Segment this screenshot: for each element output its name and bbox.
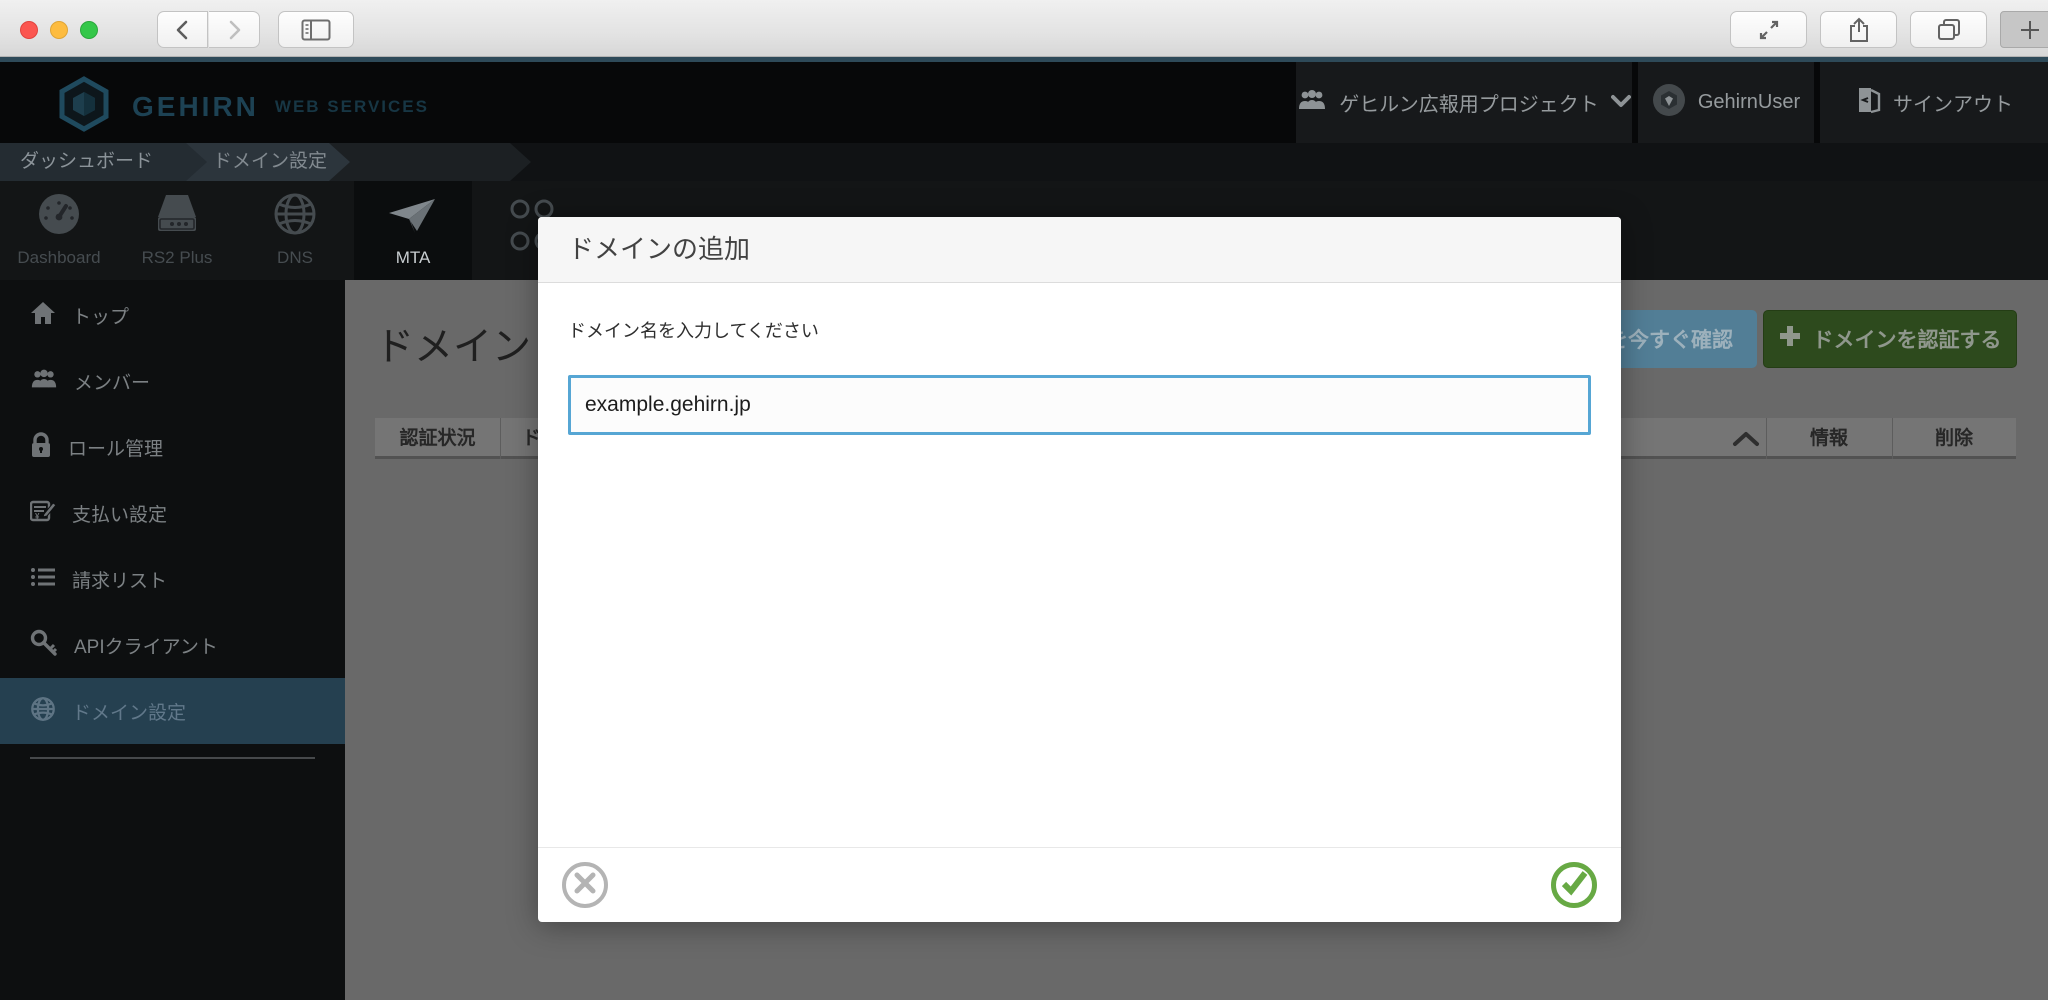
fullscreen-button[interactable] [1730,11,1807,48]
brand-name: GEHIRN [132,91,259,123]
column-header-delete[interactable]: 削除 [1892,418,2016,459]
column-divider [500,418,501,459]
paper-plane-icon [387,195,439,242]
key-icon [30,629,58,662]
globe-icon [272,191,318,242]
fullscreen-icon [1757,18,1781,42]
user-menu[interactable]: GehirnUser [1638,62,1814,143]
project-selector[interactable]: ゲヒルン広報用プロジェクト [1296,62,1632,143]
forward-button[interactable] [209,11,260,48]
verify-domain-button[interactable]: ドメインを認証する [1763,310,2017,368]
zoom-window-button[interactable] [80,21,98,39]
service-tab-dashboard[interactable]: Dashboard [0,181,118,280]
confirm-button[interactable] [1551,862,1597,908]
sidebar-item-roles[interactable]: ロール管理 [0,414,345,480]
breadcrumb: ダッシュボード ドメイン設定 [0,143,2048,181]
sidebar-item-label: トップ [72,302,129,329]
sidebar-item-top[interactable]: トップ [0,282,345,348]
globe-icon [30,696,56,727]
back-icon [172,19,194,41]
members-icon [30,368,58,395]
sidebar-item-label: APIクライアント [74,632,218,659]
service-tab-label: Dashboard [17,248,100,268]
service-tab-label: RS2 Plus [142,248,213,268]
sidebar-item-api-clients[interactable]: APIクライアント [0,612,345,678]
gauge-icon [36,191,82,242]
signout-label: サインアウト [1893,88,2013,117]
sidebar-item-invoices[interactable]: 請求リスト [0,546,345,612]
svg-text:¥: ¥ [35,512,40,521]
domain-name-input[interactable] [568,375,1591,435]
sidebar-item-domain-settings[interactable]: ドメイン設定 [0,678,345,744]
service-tab-dns[interactable]: DNS [236,181,354,280]
service-tab-rs2plus[interactable]: RS2 Plus [118,181,236,280]
domain-input-label: ドメイン名を入力してください [568,317,819,343]
sidebar-item-label: メンバー [74,368,150,395]
server-icon [152,191,202,242]
service-tab-mta[interactable]: MTA [354,181,472,280]
team-icon [1297,89,1327,117]
modal-footer [538,847,1621,922]
close-window-button[interactable] [20,21,38,39]
sidebar-item-payment[interactable]: ¥ 支払い設定 [0,480,345,546]
check-icon [1560,870,1588,901]
verify-domain-label: ドメインを認証する [1813,324,2002,354]
breadcrumb-item-domain-settings[interactable]: ドメイン設定 [213,143,327,181]
sidebar-toggle-icon [301,18,331,42]
minimize-window-button[interactable] [50,21,68,39]
tabs-overview-icon [1936,18,1962,42]
cancel-button[interactable] [562,862,608,908]
brand-logo[interactable]: GEHIRN WEB SERVICES [58,76,429,137]
sidebar-toggle-button[interactable] [278,11,354,48]
chevron-down-icon [1611,91,1631,114]
lock-icon [30,432,52,463]
sidebar-item-label: 請求リスト [72,566,167,593]
gehirn-hexagon-logo-icon [58,76,110,137]
plus-icon [2019,19,2041,41]
back-button[interactable] [157,11,208,48]
modal-title: ドメインの追加 [538,217,1621,283]
signout-button[interactable]: サインアウト [1820,62,2048,143]
column-header-status[interactable]: 認証状況 [375,418,500,459]
home-icon [30,301,56,330]
project-name: ゲヒルン広報用プロジェクト [1339,88,1599,117]
user-name: GehirnUser [1698,91,1800,114]
payment-icon: ¥ [30,498,56,529]
add-domain-modal: ドメインの追加 ドメイン名を入力してください [538,217,1621,922]
sort-asc-icon[interactable] [1731,430,1761,453]
share-icon [1847,17,1871,43]
service-tab-label: MTA [396,248,431,268]
check-now-label: を今すぐ確認 [1607,324,1733,354]
signout-icon [1855,86,1881,120]
sidebar-item-label: ロール管理 [68,434,163,461]
service-tab-label: DNS [277,248,313,268]
page-title: ドメイン [375,316,531,372]
avatar-icon [1652,83,1686,123]
plus-icon [1779,325,1801,353]
sidebar-item-members[interactable]: メンバー [0,348,345,414]
close-icon [573,871,597,900]
sidebar-item-label: 支払い設定 [72,500,167,527]
share-button[interactable] [1820,11,1897,48]
sidebar-divider [30,757,315,759]
app-header: GEHIRN WEB SERVICES ゲヒルン広報用プロジェクト Gehirn… [0,62,2048,143]
list-icon [30,566,56,593]
tabs-overview-button[interactable] [1910,11,1987,48]
new-tab-button[interactable] [2000,11,2048,48]
app-window: GEHIRN WEB SERVICES ゲヒルン広報用プロジェクト Gehirn… [0,0,2048,1000]
breadcrumb-item-dashboard[interactable]: ダッシュボード [20,143,153,181]
column-header-info[interactable]: 情報 [1766,418,1892,459]
sidebar-item-label: ドメイン設定 [72,698,186,725]
browser-toolbar [0,0,2048,57]
forward-icon [223,19,245,41]
brand-suffix: WEB SERVICES [275,97,429,117]
sidebar: トップ メンバー ロール管理 ¥ 支払い設定 請求リスト APIクライアント ド… [0,280,345,1000]
